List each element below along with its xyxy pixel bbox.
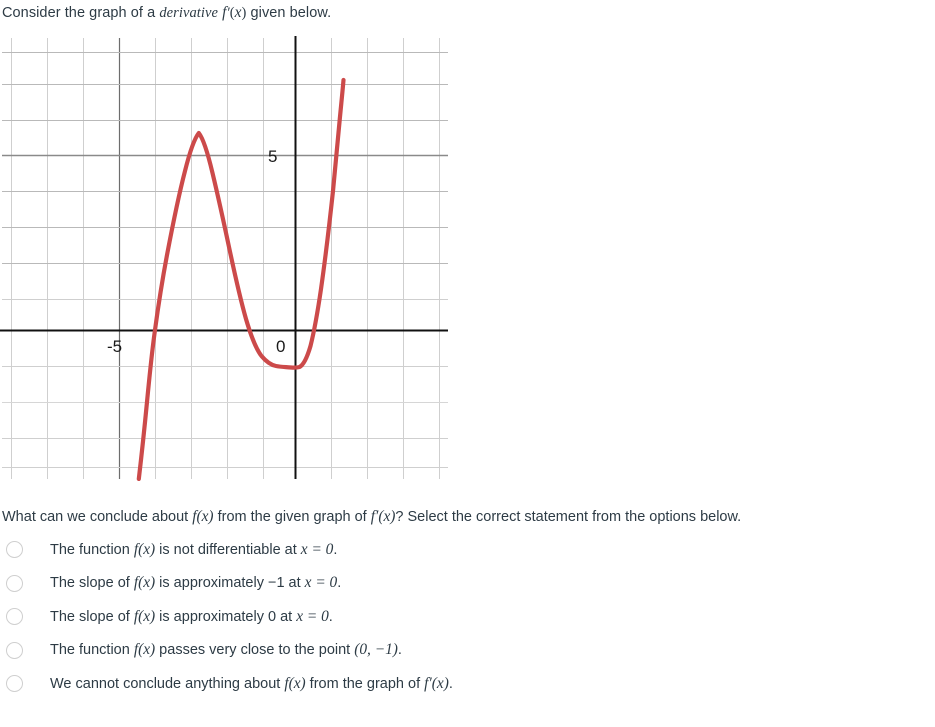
option-4-text-mid: from the graph of (305, 675, 425, 692)
option-1-math2: x = 0 (304, 574, 338, 592)
option-row-2[interactable]: The slope of f(x) is approximately 0 at … (0, 600, 900, 634)
option-2-text-post: . (328, 608, 333, 625)
option-row-0[interactable]: The function f(x) is not differentiable … (0, 533, 900, 567)
option-0-text-post: . (333, 541, 338, 558)
option-0-math1: f(x) (133, 540, 156, 558)
option-4-text-pre: We cannot conclude anything about (50, 675, 285, 692)
intro-text-after: given below. (246, 5, 332, 21)
option-3-text-mid: passes very close to the point (155, 642, 355, 659)
question-part1: What can we conclude about (2, 509, 193, 525)
axis-tick-labels: -5 0 5 (107, 147, 285, 356)
y-tick-label-5: 5 (268, 147, 277, 166)
option-label-4[interactable]: We cannot conclude anything about f(x) f… (50, 675, 453, 693)
derivative-curve (136, 77, 346, 481)
option-label-3[interactable]: The function f(x) passes very close to t… (50, 641, 402, 659)
option-row-1[interactable]: The slope of f(x) is approximately −1 at… (0, 567, 900, 601)
axes (0, 36, 448, 479)
option-0-text-pre: The function (50, 541, 134, 558)
option-2-math2: x = 0 (296, 607, 329, 625)
option-2-math1: f(x) (133, 607, 156, 625)
option-4-text-post: . (448, 675, 453, 692)
option-1-text-pre: The slope of (50, 575, 134, 592)
option-3-text-pre: The function (50, 642, 134, 659)
radio-button-3[interactable] (6, 641, 23, 659)
x-tick-label-0: 0 (276, 337, 285, 356)
intro-emphasis-derivative: derivative (159, 5, 219, 21)
option-0-math2: x = 0 (300, 540, 334, 558)
radio-button-4[interactable] (6, 675, 23, 693)
option-row-4[interactable]: We cannot conclude anything about f(x) f… (0, 667, 900, 701)
grid-lines-vertical (11, 38, 440, 479)
radio-button-2[interactable] (6, 608, 23, 626)
option-label-2[interactable]: The slope of f(x) is approximately 0 at … (50, 608, 333, 626)
intro-text-before: Consider the graph of a (2, 5, 160, 21)
option-1-text-post: . (337, 575, 342, 592)
radio-button-0[interactable] (6, 541, 23, 559)
question-part3: ? Select the correct statement from the … (395, 509, 742, 525)
option-2-text-mid: is approximately 0 at (155, 608, 297, 625)
question-part2: from the given graph of (213, 509, 371, 525)
radio-button-1[interactable] (6, 574, 23, 592)
answer-options-list: The function f(x) is not differentiable … (0, 533, 900, 701)
intro-prompt: Consider the graph of a derivative f′(x)… (2, 4, 331, 22)
intro-var-x: x (234, 4, 242, 21)
option-3-math1: f(x) (133, 641, 156, 659)
x-tick-label-neg5: -5 (107, 337, 122, 356)
graph-svg: -5 0 5 (0, 36, 448, 481)
option-label-1[interactable]: The slope of f(x) is approximately −1 at… (50, 574, 341, 592)
grid-lines-horizontal (2, 52, 448, 468)
question-prompt: What can we conclude about f(x) from the… (2, 508, 741, 526)
option-1-math1: f(x) (133, 574, 156, 592)
option-2-text-pre: The slope of (50, 608, 134, 625)
option-label-0[interactable]: The function f(x) is not differentiable … (50, 541, 337, 559)
option-3-text-post: . (397, 642, 402, 659)
option-1-text-mid: is approximately −1 at (155, 575, 305, 592)
option-4-math2: f′(x) (424, 674, 449, 692)
option-0-text-mid: is not differentiable at (155, 541, 301, 558)
option-4-math1: f(x) (284, 674, 306, 692)
option-row-3[interactable]: The function f(x) passes very close to t… (0, 634, 900, 668)
exercise-page: Consider the graph of a derivative f′(x)… (0, 0, 935, 727)
question-math-fx: f(x) (192, 508, 214, 525)
question-math-fpx: f′(x) (370, 508, 396, 525)
derivative-graph: -5 0 5 (0, 36, 460, 481)
option-3-math2: (0, −1) (354, 641, 398, 659)
